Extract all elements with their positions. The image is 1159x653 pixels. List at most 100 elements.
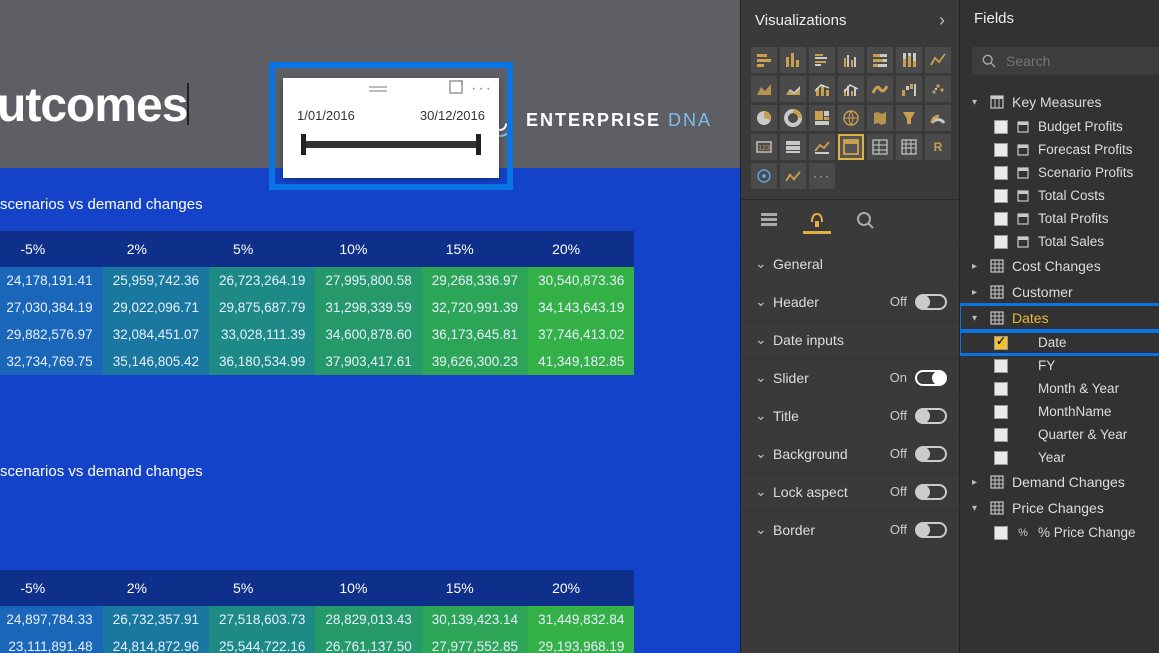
format-section-toggle[interactable] [915,370,947,386]
matrix-cell[interactable]: 28,829,013.43 [315,606,421,633]
matrix-cell[interactable]: 25,544,722.16 [209,633,315,653]
table-price_changes[interactable]: ▾Price Changes [960,495,1159,521]
matrix-cell[interactable]: 32,084,451.07 [103,321,209,348]
viz-funnel-icon[interactable] [896,105,922,131]
matrix-cell[interactable]: 34,600,878.60 [315,321,421,348]
table-row[interactable]: 22,905,655.0224,178,191.4125,959,742.362… [0,267,634,294]
matrix-cell[interactable]: 31,449,832.84 [528,606,634,633]
viz-stacked-area-icon[interactable] [780,76,806,102]
matrix-cell[interactable]: 37,903,417.61 [315,348,421,375]
viz-100-stacked-bar-icon[interactable] [867,47,893,73]
format-section-slider[interactable]: ⌄SliderOn [741,358,959,396]
viz-treemap-icon[interactable] [809,105,835,131]
viz-line-clustered-column-icon[interactable] [838,76,864,102]
format-section-border[interactable]: ⌄BorderOff [741,510,959,548]
focus-mode-icon[interactable] [449,80,463,99]
matrix-cell[interactable]: 26,723,264.19 [209,267,315,294]
matrix-cell[interactable]: 27,518,603.73 [209,606,315,633]
field-checkbox[interactable] [994,336,1008,350]
analytics-tab[interactable] [851,206,879,234]
matrix-cell[interactable]: 26,732,357.91 [103,606,209,633]
viz-line-stacked-column-icon[interactable] [809,76,835,102]
matrix-cell[interactable]: 39,626,300.23 [422,348,528,375]
field-key_measures-5[interactable]: Total Sales [960,230,1159,253]
slider-handle-right[interactable] [476,134,481,155]
drag-grip-icon[interactable] [369,86,387,92]
matrix-column-header[interactable]: 15% [422,570,528,606]
date-slicer[interactable]: ··· 1/01/2016 30/12/2016 [283,78,499,178]
matrix-cell[interactable]: 35,146,805.42 [103,348,209,375]
format-section-background[interactable]: ⌄BackgroundOff [741,434,959,472]
field-key_measures-2[interactable]: Scenario Profits [960,161,1159,184]
table-row[interactable]: 25,607,732.3927,030,384.1929,022,096.712… [0,294,634,321]
matrix-column-header[interactable]: 20% [528,570,634,606]
matrix-cell[interactable]: 36,180,534.99 [209,348,315,375]
viz-clustered-bar-icon[interactable] [809,47,835,73]
matrix-cell[interactable]: 29,882,576.97 [0,321,103,348]
matrix-column-header[interactable]: 20% [528,231,634,267]
matrix-cell[interactable]: 32,734,769.75 [0,348,103,375]
field-key_measures-4[interactable]: Total Profits [960,207,1159,230]
viz-r-script-icon[interactable]: R [925,134,951,160]
table-row[interactable]: 23,587,374.6324,897,784.3326,732,357.912… [0,606,634,633]
table-row[interactable]: 28,309,809.7629,882,576.9732,084,451.073… [0,321,634,348]
report-canvas[interactable]: est outcomes ENTERPRISE DNA scenarios vs… [0,0,740,653]
format-section-date_inputs[interactable]: ⌄Date inputs [741,320,959,358]
field-dates-1[interactable]: FY [960,354,1159,377]
viz-scatter-icon[interactable] [925,76,951,102]
viz-import-custom-icon[interactable]: ··· [809,163,835,189]
viz-stacked-column-icon[interactable] [780,47,806,73]
fields-search-input[interactable] [1006,53,1159,69]
format-tab[interactable] [803,206,831,234]
field-checkbox[interactable] [994,189,1008,203]
matrix-column-header[interactable]: 2% [103,231,209,267]
field-checkbox[interactable] [994,120,1008,134]
field-checkbox[interactable] [994,428,1008,442]
viz-ribbon-icon[interactable] [867,76,893,102]
viz-pie-icon[interactable] [751,105,777,131]
field-key_measures-1[interactable]: Forecast Profits [960,138,1159,161]
field-checkbox[interactable] [994,359,1008,373]
format-section-toggle[interactable] [915,484,947,500]
matrix-column-header[interactable]: 10% [315,570,421,606]
matrix-cell[interactable]: 27,030,384.19 [0,294,103,321]
field-checkbox[interactable] [994,451,1008,465]
format-section-toggle[interactable] [915,446,947,462]
matrix-column-header[interactable]: 5% [209,570,315,606]
format-section-general[interactable]: ⌄General [741,244,959,282]
viz-line-icon[interactable] [925,47,951,73]
matrix-cell[interactable]: 27,995,800.58 [315,267,421,294]
viz-multirow-card-icon[interactable] [780,134,806,160]
matrix-cell[interactable]: 37,746,413.02 [528,321,634,348]
field-dates-4[interactable]: Quarter & Year [960,423,1159,446]
matrix-cell[interactable]: 33,028,111.39 [209,321,315,348]
field-checkbox[interactable] [994,405,1008,419]
matrix-cell[interactable]: 25,959,742.36 [103,267,209,294]
format-section-header[interactable]: ⌄HeaderOff [741,282,959,320]
format-section-title[interactable]: ⌄TitleOff [741,396,959,434]
field-dates-3[interactable]: MonthName [960,400,1159,423]
table-demand_changes[interactable]: ▸Demand Changes [960,469,1159,495]
matrix-cell[interactable]: 24,178,191.41 [0,267,103,294]
viz-area-icon[interactable] [751,76,777,102]
matrix-cell[interactable]: 27,977,552.85 [422,633,528,653]
table-row[interactable]: 21,895,476.1423,111,891.4824,814,872.962… [0,633,634,653]
matrix-cell[interactable]: 29,022,096.71 [103,294,209,321]
viz-waterfall-icon[interactable] [896,76,922,102]
matrix-cell[interactable]: 26,761,137.50 [315,633,421,653]
matrix-cell[interactable]: 30,139,423.14 [422,606,528,633]
format-section-lock_aspect[interactable]: ⌄Lock aspectOff [741,472,959,510]
matrix-cell[interactable]: 41,349,182.85 [528,348,634,375]
matrix-cell[interactable]: 29,875,687.79 [209,294,315,321]
viz-custom-1-icon[interactable] [780,163,806,189]
matrix-cell[interactable]: 31,298,339.59 [315,294,421,321]
viz-map-icon[interactable] [838,105,864,131]
viz-kpi-icon[interactable] [809,134,835,160]
format-section-toggle[interactable] [915,408,947,424]
matrix-column-header[interactable]: -5% [0,570,103,606]
matrix-cell[interactable]: 32,720,991.39 [422,294,528,321]
matrix-cell[interactable]: 24,897,784.33 [0,606,103,633]
field-checkbox[interactable] [994,143,1008,157]
table-dates[interactable]: ▾Dates [960,305,1159,331]
matrix-cell[interactable]: 29,268,336.97 [422,267,528,294]
